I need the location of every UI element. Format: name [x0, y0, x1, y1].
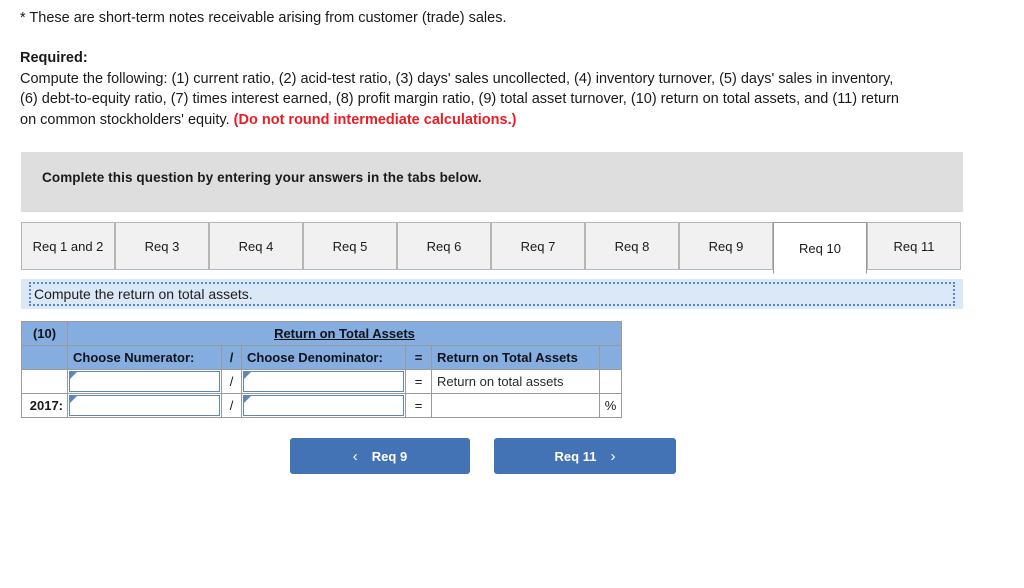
tab-label: Req 1 and 2: [32, 238, 104, 254]
header-denominator: Choose Denominator:: [241, 345, 406, 370]
table-title-row: (10) Return on Total Assets: [21, 321, 622, 346]
question-banner: Complete this question by entering your …: [21, 152, 963, 212]
row-1-numerator-dropdown[interactable]: [67, 393, 222, 418]
header-equals: =: [405, 345, 432, 370]
tab-label: Req 6: [426, 238, 462, 254]
tab-label: Req 11: [893, 238, 935, 254]
prev-requirement-button[interactable]: ‹ Req 9: [290, 438, 470, 474]
row-0-equals: =: [405, 369, 432, 394]
chevron-left-icon: ‹: [352, 447, 358, 465]
row-1-divider: /: [221, 393, 242, 418]
requirement-tabs: Req 1 and 2 Req 3 Req 4 Req 5 Req 6 Req 7 Req …: [21, 222, 963, 274]
row-1-denominator-dropdown[interactable]: [241, 393, 406, 418]
return-on-total-assets-table: (10) Return on Total Assets Choose Numer…: [21, 321, 622, 418]
header-blank-cell: [21, 345, 68, 370]
required-label: Required:: [20, 50, 88, 66]
row-0-numerator-box[interactable]: [69, 371, 220, 392]
row-1-unit: %: [599, 393, 622, 418]
footnote-text: * These are short-term notes receivable …: [20, 10, 507, 26]
header-divider: /: [221, 345, 242, 370]
row-1-numerator-box[interactable]: [69, 395, 220, 416]
required-line-2: (6) debt-to-equity ratio, (7) times inte…: [20, 91, 899, 107]
tab-req-9[interactable]: Req 9: [679, 222, 773, 270]
tab-label: Req 9: [708, 238, 744, 254]
tab-req-11[interactable]: Req 11: [867, 222, 961, 270]
sub-instruction-bar: Compute the return on total assets.: [21, 279, 963, 309]
no-round-note: (Do not round intermediate calculations.…: [233, 111, 517, 128]
sub-instruction-box: Compute the return on total assets.: [29, 282, 955, 306]
chevron-right-icon: ›: [610, 447, 616, 465]
table-title-text: Return on Total Assets: [274, 326, 415, 341]
required-line-3-text: on common stockholders' equity.: [20, 111, 230, 128]
tab-label: Req 10: [799, 240, 841, 256]
row-0-divider: /: [221, 369, 242, 394]
tab-label: Req 3: [144, 238, 180, 254]
row-1-denominator-box[interactable]: [243, 395, 404, 416]
dropdown-marker-icon: [70, 372, 77, 379]
prev-requirement-label: Req 9: [371, 448, 408, 464]
table-row: / = Return on total assets: [21, 369, 622, 394]
tab-label: Req 4: [238, 238, 274, 254]
header-unit: [599, 345, 622, 370]
row-0-result: Return on total assets: [431, 369, 600, 394]
header-numerator: Choose Numerator:: [67, 345, 222, 370]
required-body: Compute the following: (1) current ratio…: [20, 69, 1024, 131]
tab-req-1-and-2[interactable]: Req 1 and 2: [21, 222, 115, 270]
tab-req-3[interactable]: Req 3: [115, 222, 209, 270]
dropdown-marker-icon: [244, 396, 251, 403]
required-block: Required: Compute the following: (1) cur…: [20, 48, 1024, 130]
tab-req-5[interactable]: Req 5: [303, 222, 397, 270]
tab-req-10[interactable]: Req 10: [773, 222, 867, 274]
next-requirement-button[interactable]: Req 11 ›: [494, 438, 676, 474]
required-line-3: on common stockholders' equity. (Do not …: [20, 110, 1024, 131]
tab-req-4[interactable]: Req 4: [209, 222, 303, 270]
question-banner-text: Complete this question by entering your …: [42, 170, 482, 185]
row-0-denominator-dropdown[interactable]: [241, 369, 406, 394]
tab-label: Req 7: [520, 238, 556, 254]
tab-req-8[interactable]: Req 8: [585, 222, 679, 270]
table-header-row: Choose Numerator: / Choose Denominator: …: [21, 345, 622, 370]
required-line-1: Compute the following: (1) current ratio…: [20, 70, 894, 87]
table-row: 2017: / = %: [21, 393, 622, 418]
row-0-denominator-box[interactable]: [243, 371, 404, 392]
row-0-label: [21, 369, 68, 394]
req-number-cell: (10): [21, 321, 68, 346]
tab-req-6[interactable]: Req 6: [397, 222, 491, 270]
row-0-numerator-dropdown[interactable]: [67, 369, 222, 394]
row-1-equals: =: [405, 393, 432, 418]
header-result: Return on Total Assets: [431, 345, 600, 370]
table-title-cell: Return on Total Assets: [67, 321, 622, 346]
dropdown-marker-icon: [70, 396, 77, 403]
sub-instruction-text: Compute the return on total assets.: [34, 286, 253, 302]
tab-label: Req 5: [332, 238, 368, 254]
row-0-unit: [599, 369, 622, 394]
tab-label: Req 8: [614, 238, 650, 254]
row-1-label: 2017:: [21, 393, 68, 418]
tab-req-7[interactable]: Req 7: [491, 222, 585, 270]
next-requirement-label: Req 11: [554, 448, 597, 464]
row-1-result: [431, 393, 600, 418]
dropdown-marker-icon: [244, 372, 251, 379]
